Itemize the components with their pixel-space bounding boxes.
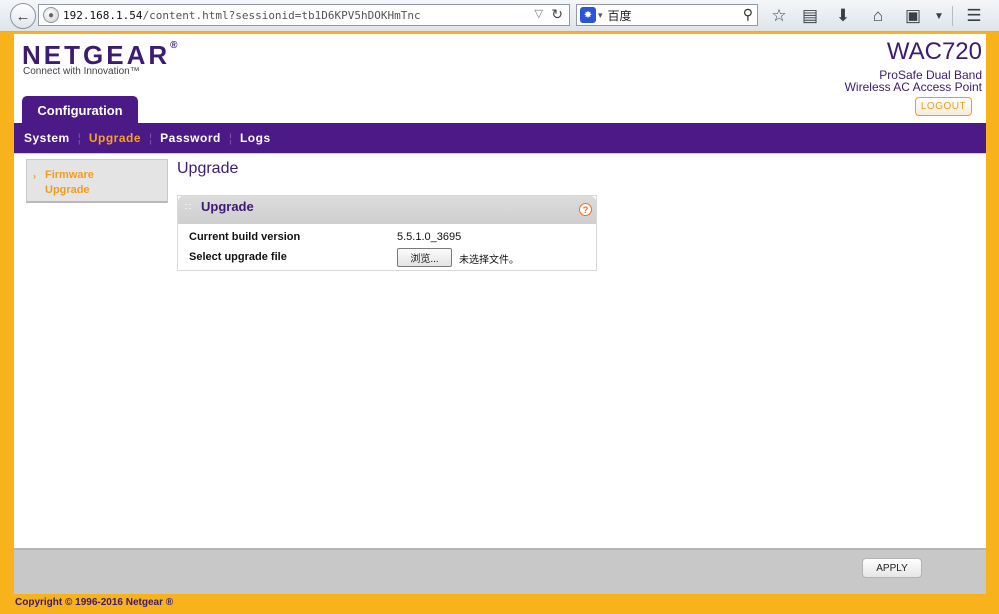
search-input[interactable]: ✸ ▾ 百度 ⚲ [576,4,758,26]
nav-separator: ¦ [228,131,232,145]
crop-icon[interactable]: ▣ [902,5,924,27]
home-icon[interactable]: ⌂ [867,5,889,27]
upgrade-file-label: Select upgrade file [189,251,287,263]
back-icon[interactable]: ← [10,3,36,29]
sidebar-item-firmware-upgrade[interactable]: › Firmware Upgrade [26,159,168,203]
tagline: Connect with Innovation™ [23,66,140,77]
upgrade-panel: ∷ Upgrade ? Current build version 5.5.1.… [177,195,597,271]
panel-title: Upgrade [201,199,254,214]
help-icon[interactable]: ? [579,203,592,216]
nav-separator: ¦ [77,131,81,145]
copyright: Copyright © 1996-2016 Netgear ® [15,597,174,608]
browse-button[interactable]: 浏览... [397,248,452,267]
search-text: 百度 [607,8,632,23]
tab-configuration[interactable]: Configuration [22,96,138,125]
nav-item-upgrade[interactable]: Upgrade [89,131,141,145]
chevron-right-icon: › [33,171,36,181]
chevron-down-icon[interactable]: ▼ [928,5,950,27]
nav-item-logs[interactable]: Logs [240,131,271,145]
build-version-row: Current build version 5.5.1.0_3695 [189,228,589,248]
url-bar[interactable]: ● 192.168.1.54/content.html?sessionid=tb… [38,4,570,26]
magnifier-icon[interactable]: ⚲ [743,6,753,23]
globe-icon: ● [43,7,59,23]
grip-icon: ∷ [185,202,192,213]
model-subtitle-2: Wireless AC Access Point [844,80,982,94]
content-area: › Firmware Upgrade Upgrade ∷ Upgrade ? C… [14,153,986,548]
footer-bar: APPLY [14,548,986,594]
apply-button[interactable]: APPLY [862,558,922,578]
url-text[interactable]: 192.168.1.54/content.html?sessionid=tb1D… [63,9,421,22]
router-admin-page: NETGEAR® Connect with Innovation™ WAC720… [14,34,986,594]
panel-header: ∷ Upgrade ? [178,196,596,224]
reading-list-icon[interactable]: ▤ [799,5,821,27]
chevron-down-icon[interactable]: ▾ [598,10,603,21]
logo-registered-mark: ® [170,40,178,51]
nav-item-password[interactable]: Password [160,131,221,145]
url-path: /content.html?sessionid=tb1D6KPV5hDOKHmT… [142,8,421,22]
upgrade-file-row: Select upgrade file 浏览... 未选择文件。 [189,248,589,268]
build-version-label: Current build version [189,231,301,243]
build-version-value: 5.5.1.0_3695 [397,231,462,243]
sidebar-item-label: Firmware Upgrade [45,169,94,196]
nav-separator: ¦ [149,131,153,145]
browser-toolbar: ← ● 192.168.1.54/content.html?sessionid=… [0,0,999,32]
page-title: Upgrade [177,160,239,177]
toolbar-separator [952,6,953,26]
nav-item-system[interactable]: System [24,131,70,145]
search-engine-icon[interactable]: ✸ [580,7,596,23]
bookmark-star-icon[interactable]: ☆ [768,5,790,27]
logout-button[interactable]: LOGOUT [915,97,972,116]
main-nav: System ¦ Upgrade ¦ Password ¦ Logs [14,123,986,153]
url-host: 192.168.1.54 [63,8,143,22]
reload-icon[interactable]: ↻ [551,6,563,23]
model-name: WAC720 [886,38,982,65]
dropdown-icon[interactable]: ▽ [535,7,543,20]
download-icon[interactable]: ⬇ [832,5,854,27]
menu-icon[interactable]: ☰ [963,5,985,27]
file-status: 未选择文件。 [459,255,519,266]
